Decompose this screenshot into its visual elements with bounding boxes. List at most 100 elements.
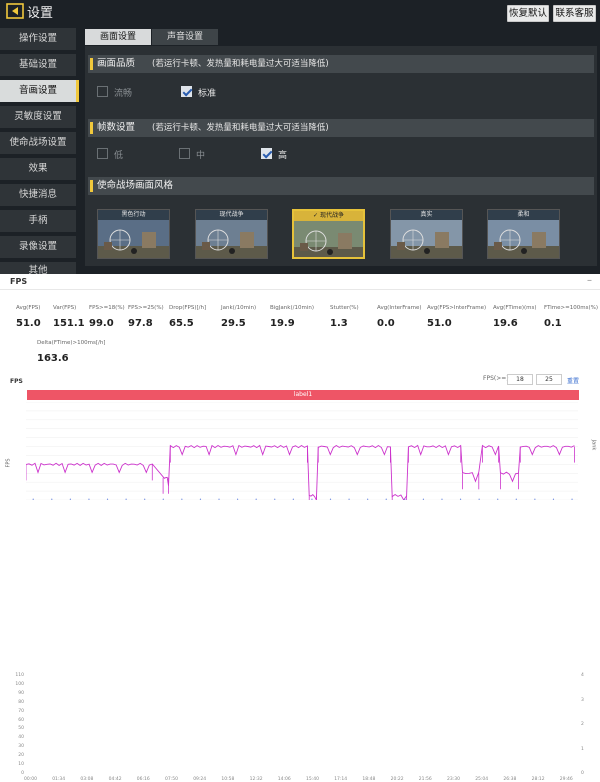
sidebar-item-audio-video[interactable]: 音画设置 [0,80,79,102]
jank-point [329,498,332,500]
sidebar-item-quick-message[interactable]: 快捷消息 [0,184,76,206]
x-tick-label: 28:12 [531,777,545,782]
x-tick-label: 15:40 [306,777,319,782]
x-tick-label: 29:46 [559,777,573,782]
sidebar-item-effects[interactable]: 效果 [0,158,76,180]
settings-header: 设置 恢复默认 联系客服 [0,0,600,22]
back-arrow-icon[interactable] [6,3,24,19]
framerate-low-label: 低 [114,151,124,161]
x-tick-label: 09:24 [193,777,207,782]
y2-tick-label: 3 [581,697,584,703]
style-option-3[interactable]: 真实 [390,209,463,259]
quality-standard-checkbox[interactable] [181,86,192,97]
y-tick-label: 0 [21,771,24,776]
x-tick-label: 17:14 [334,777,348,782]
x-tick-label: 18:48 [362,777,376,782]
framerate-section-header: 帧数设置 (若运行卡顿、发热量和耗电量过大可适当降低) [88,119,594,137]
framerate-hint: (若运行卡顿、发热量和耗电量过大可适当降低) [152,123,329,133]
y-tick-label: 40 [18,735,24,741]
metric-label: Avg(FPS>InterFrame) [427,305,487,311]
sidebar-item-control[interactable]: 操作设置 [0,28,76,50]
tab-sound[interactable]: 声音设置 [152,29,218,45]
x-tick-label: 06:16 [136,777,150,782]
style-option-label: 柔和 [488,210,559,220]
jank-point [181,498,183,500]
style-option-1[interactable]: 现代战争 [195,209,268,259]
tab-display[interactable]: 画面设置 [85,29,151,45]
y-tick-label: 80 [18,699,24,705]
x-tick-label: 01:34 [52,777,66,782]
metric-value: 51.0 [16,318,41,329]
metric-label: Var(FPS) [53,305,77,311]
section-marker [90,180,93,192]
framerate-low-checkbox[interactable] [97,148,108,159]
fps-line-chart [26,402,578,500]
x-tick-label: 26:38 [503,777,517,782]
jank-point [255,498,257,500]
style-option-4[interactable]: 柔和 [487,209,560,259]
framerate-mid-checkbox[interactable] [179,148,190,159]
metric-value: 151.1 [53,318,85,329]
metric-value: 1.3 [330,318,348,329]
sidebar-item-recording[interactable]: 录像设置 [0,236,76,258]
contact-service-button[interactable]: 联系客服 [553,5,596,22]
sidebar-item-basic[interactable]: 基础设置 [0,54,76,76]
x-tick-label: 20:22 [390,777,404,782]
jank-point [404,498,406,500]
framerate-high-label: 高 [278,151,288,161]
metric-label: FTime>=100ms(%) [544,305,598,311]
fps-filter-input-b[interactable]: 25 [536,374,562,385]
fps-filter-input-a[interactable]: 18 [507,374,533,385]
jank-point [515,498,517,500]
y2-tick-label: 2 [581,722,584,727]
jank-point [292,498,294,500]
framerate-high-checkbox[interactable] [261,148,272,159]
style-title: 使命战场画面风格 [97,180,174,191]
y-tick-label: 110 [15,673,24,678]
jank-point [459,498,462,500]
sidebar-item-other[interactable]: 其他 [0,262,76,274]
style-option-0[interactable]: 黑色行动 [97,209,170,259]
close-icon[interactable]: – [587,275,592,286]
sidebar-item-battlefield[interactable]: 使命战场设置 [0,132,76,154]
x-tick-label: 25:04 [475,777,489,782]
style-option-2[interactable]: ✓ 现代战争 [292,209,365,259]
y2-axis-label: Jank [590,439,597,451]
quality-hint: (若运行卡顿、发热量和耗电量过大可适当降低) [152,59,329,69]
style-option-label: 现代战争 [196,210,267,220]
style-option-label: ✓ 现代战争 [294,211,363,221]
y-tick-label: 20 [18,753,24,759]
jank-point [106,498,109,500]
reset-link[interactable]: 重置 [567,376,579,385]
restore-default-button[interactable]: 恢复默认 [507,5,549,22]
metric-label: Drop(FPS)[/h] [169,305,207,311]
style-preview-image [391,220,462,258]
style-preview-image [98,220,169,258]
style-section-header: 使命战场画面风格 [88,177,594,195]
metric-value: 163.6 [37,353,69,364]
metric-label: BigJank(/10min) [270,305,314,311]
x-tick-label: 14:06 [277,777,291,782]
jank-point [51,498,53,500]
metric-label: Stutter(%) [330,305,359,311]
style-option-label: 黑色行动 [98,210,169,220]
page-title: 设置 [27,6,54,21]
jank-point [125,498,127,500]
fps-filter-label: FPS(>=) [483,375,509,382]
sidebar-item-sensitivity[interactable]: 灵敏度设置 [0,106,76,128]
metric-value: 0.1 [544,318,562,329]
metric-label: Delta(FTime)>100ms[/h] [37,340,106,346]
metric-value: 19.9 [270,318,295,329]
section-marker [90,58,93,70]
x-tick-label: 00:00 [24,777,37,782]
sidebar-item-gamepad[interactable]: 手柄 [0,210,76,232]
jank-point [218,498,220,500]
y-tick-label: 60 [18,717,24,723]
y2-tick-label: 0 [581,771,584,776]
jank-point [144,498,146,500]
x-tick-label: 21:56 [418,777,432,782]
quality-smooth-checkbox[interactable] [97,86,108,97]
y-tick-label: 10 [18,762,24,768]
framerate-title: 帧数设置 [97,122,136,133]
jank-point [162,498,164,500]
